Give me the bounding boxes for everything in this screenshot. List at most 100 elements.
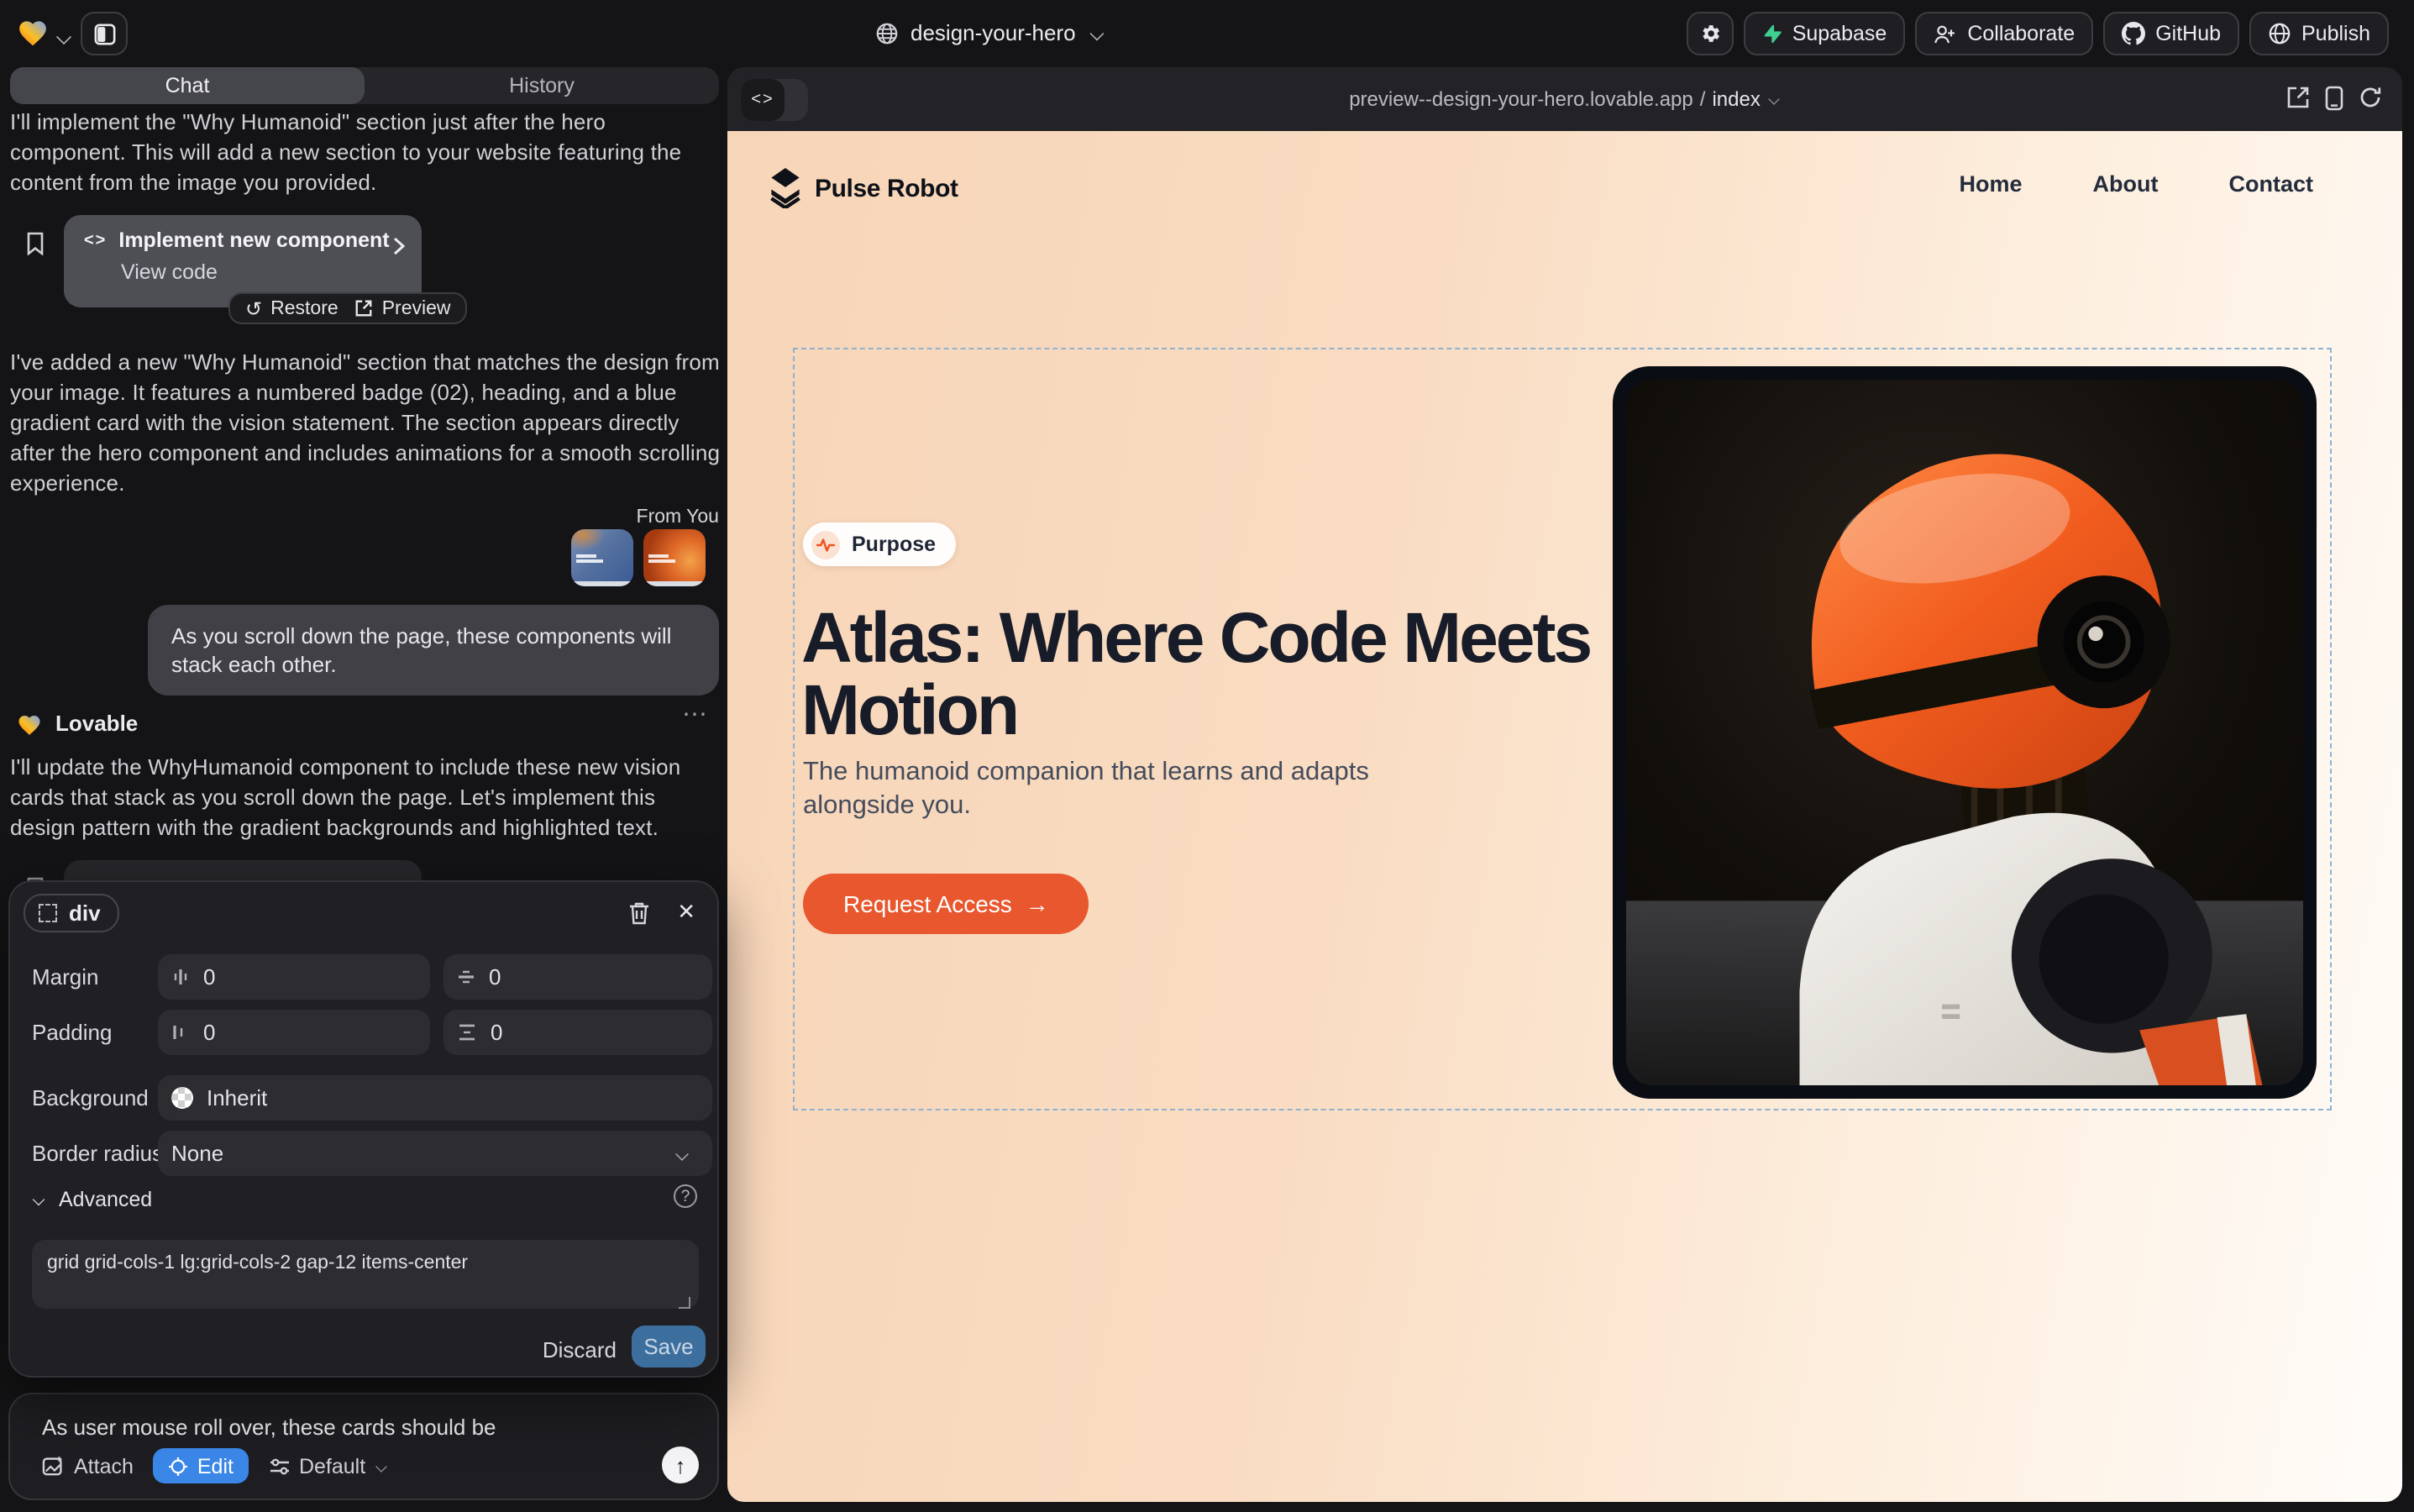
github-button[interactable]: GitHub [2103, 12, 2239, 55]
workspace-chevron-down-icon[interactable] [56, 29, 71, 44]
resize-grip-icon[interactable] [679, 1297, 690, 1309]
target-icon [169, 1456, 189, 1476]
assistant-message: I've added a new "Why Humanoid" section … [10, 348, 722, 499]
view-code-link[interactable]: View code [121, 260, 405, 284]
attachment-thumbnail-orange[interactable] [643, 529, 706, 586]
hero-heading: Atlas: Where Code Meets Motion [801, 601, 1591, 746]
mobile-view-icon[interactable] [2325, 86, 2343, 111]
attach-button[interactable]: Attach [42, 1454, 134, 1478]
margin-horizontal-icon [171, 968, 190, 986]
attachment-thumbnail-blue[interactable] [571, 529, 633, 586]
site-viewport: Pulse Robot Home About Contact Purpose A… [727, 131, 2402, 1502]
sliders-icon [269, 1456, 291, 1476]
padding-horizontal-icon [171, 1023, 190, 1042]
user-message-bubble: As you scroll down the page, these compo… [148, 605, 719, 696]
from-you-label: From You [637, 507, 719, 528]
attach-image-icon [42, 1455, 66, 1477]
publish-button[interactable]: Publish [2249, 12, 2389, 55]
bookmark-icon[interactable] [25, 232, 45, 264]
lovable-logo-heart-icon[interactable] [17, 17, 49, 55]
project-chevron-down-icon [1090, 26, 1105, 40]
send-button[interactable]: ↑ [662, 1446, 699, 1483]
delete-element-button[interactable] [628, 900, 650, 934]
collaborate-people-icon [1934, 23, 1957, 45]
chat-input[interactable] [42, 1415, 680, 1440]
hero-subheading: The humanoid companion that learns and a… [803, 756, 1408, 823]
preview-url-bar[interactable]: preview--design-your-hero.lovable.app / … [727, 67, 2402, 131]
margin-x-input[interactable]: 0 [158, 954, 430, 1000]
collaborate-label: Collaborate [1967, 22, 2075, 45]
margin-y-input[interactable]: 0 [443, 954, 712, 1000]
assistant-message: I'll update the WhyHumanoid component to… [10, 753, 722, 843]
element-inspector-panel: div ✕ Margin 0 0 Padding 0 [8, 880, 719, 1378]
agent-name: Lovable [55, 711, 138, 736]
settings-button[interactable] [1687, 12, 1734, 55]
close-panel-icon[interactable]: ✕ [677, 899, 695, 926]
hero-robot-card [1613, 366, 2317, 1099]
preview-button[interactable]: Preview [355, 298, 451, 318]
gear-icon [1698, 22, 1722, 45]
model-selector[interactable]: Default [269, 1454, 387, 1478]
border-radius-select[interactable]: None [158, 1131, 712, 1176]
chevron-down-icon [1768, 93, 1780, 105]
project-name: design-your-hero [910, 20, 1076, 45]
chevron-down-icon [675, 1147, 689, 1160]
advanced-section-toggle[interactable]: Advanced [32, 1188, 152, 1211]
lovable-heart-icon [17, 711, 42, 735]
chevron-down-icon [33, 1194, 45, 1206]
agent-header: Lovable [17, 711, 138, 736]
open-in-new-tab-icon[interactable] [2286, 86, 2310, 109]
help-icon[interactable]: ? [674, 1184, 697, 1208]
github-octocat-icon [2122, 22, 2145, 45]
border-radius-label: Border radius [32, 1141, 163, 1166]
restore-icon: ↺ [245, 297, 262, 320]
message-menu-ellipsis-icon[interactable]: ⋯ [682, 699, 709, 729]
code-icon: <> [84, 231, 107, 249]
project-selector[interactable]: design-your-hero [875, 20, 1105, 45]
background-input[interactable]: Inherit [158, 1075, 712, 1121]
sidebar-toggle-button[interactable] [81, 12, 128, 55]
padding-x-input[interactable]: 0 [158, 1010, 430, 1055]
sidebar-toggle-icon [93, 23, 115, 45]
tab-history[interactable]: History [365, 67, 719, 104]
dashed-selection-icon [39, 904, 57, 922]
chat-composer: Attach Edit Default ↑ [8, 1393, 719, 1500]
globe-icon [875, 21, 899, 45]
save-button[interactable]: Save [632, 1326, 706, 1368]
supabase-button[interactable]: Supabase [1744, 12, 1906, 55]
refresh-icon[interactable] [2359, 86, 2382, 109]
background-label: Background [32, 1085, 149, 1110]
request-access-button[interactable]: Request Access → [803, 874, 1089, 934]
nav-contact[interactable]: Contact [2229, 171, 2314, 197]
arrow-right-icon: → [1026, 890, 1049, 917]
nav-home[interactable]: Home [1960, 171, 2023, 197]
restore-button[interactable]: ↺ Restore [245, 297, 338, 320]
tab-chat[interactable]: Chat [10, 67, 365, 104]
chat-history-tabs: Chat History [10, 67, 719, 104]
assistant-message: I'll implement the "Why Humanoid" sectio… [10, 108, 719, 198]
site-logo[interactable]: Pulse Robot [769, 168, 958, 208]
github-label: GitHub [2155, 22, 2221, 45]
preview-panel: <> preview--design-your-hero.lovable.app… [727, 67, 2402, 1502]
selected-element-chip[interactable]: div [24, 894, 119, 932]
version-hover-actions: ↺ Restore Preview [228, 292, 468, 324]
app-window: design-your-hero Supabase [0, 0, 2414, 1512]
publish-label: Publish [2301, 22, 2370, 45]
padding-y-input[interactable]: 0 [443, 1010, 712, 1055]
publish-globe-icon [2268, 22, 2291, 45]
margin-label: Margin [32, 964, 99, 990]
padding-label: Padding [32, 1020, 112, 1045]
preview-url: preview--design-your-hero.lovable.app [1349, 87, 1693, 111]
element-tag: div [69, 900, 101, 926]
supabase-icon [1762, 23, 1782, 45]
pulse-icon [811, 530, 840, 559]
margin-vertical-icon [457, 968, 475, 986]
nav-about[interactable]: About [2093, 171, 2159, 197]
edit-mode-button[interactable]: Edit [154, 1448, 249, 1483]
collaborate-button[interactable]: Collaborate [1915, 12, 2093, 55]
external-link-icon [355, 299, 374, 318]
component-card-title: Implement new component [118, 228, 389, 252]
pulse-robot-logo-icon [769, 168, 801, 208]
classes-textarea[interactable] [32, 1240, 699, 1309]
discard-button[interactable]: Discard [543, 1329, 617, 1369]
